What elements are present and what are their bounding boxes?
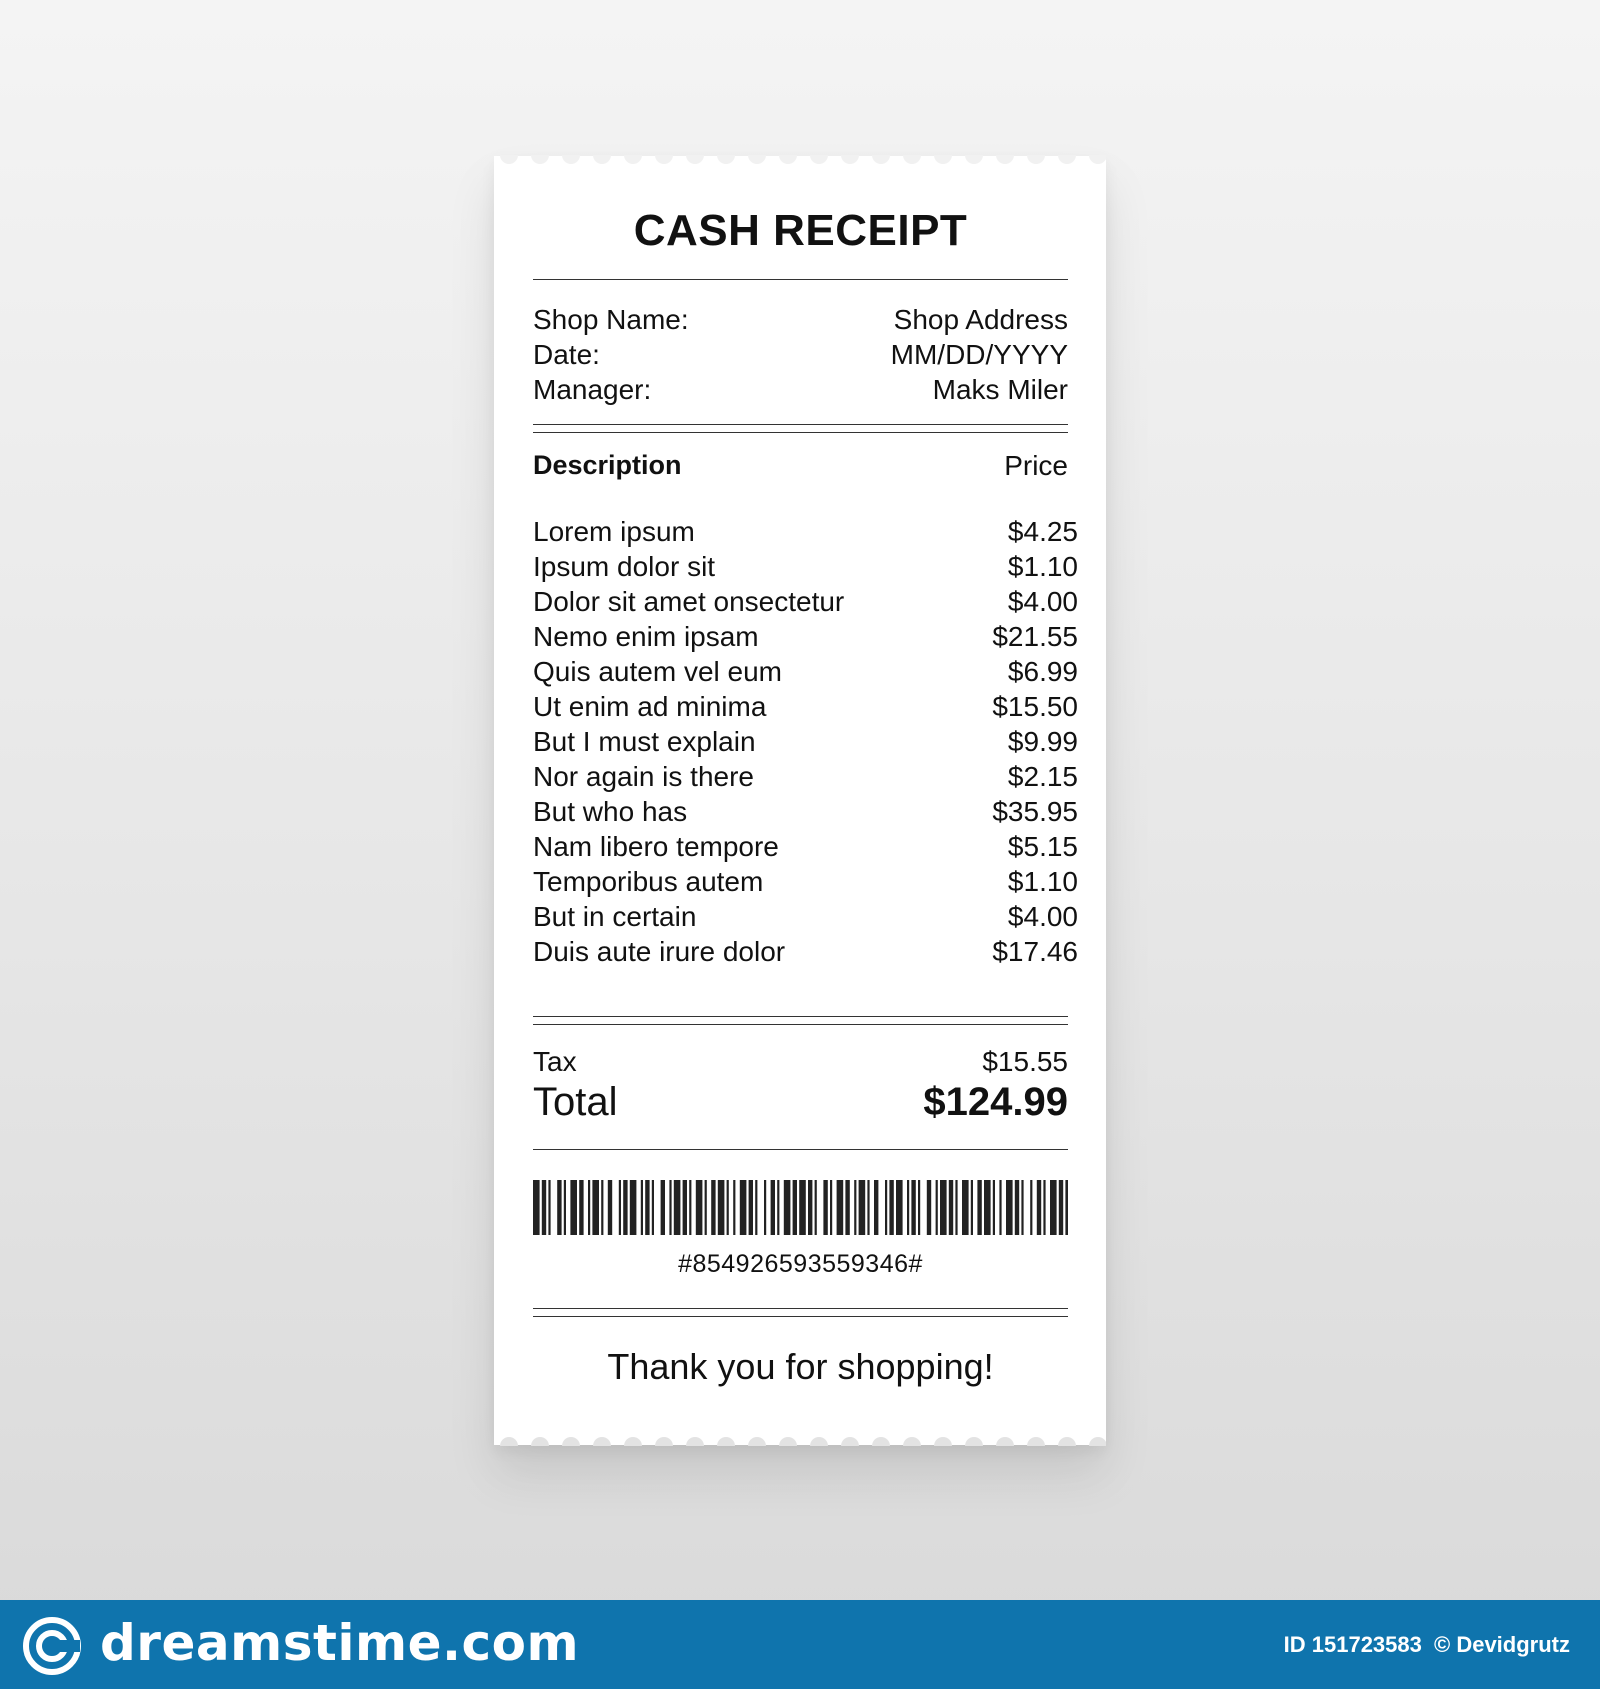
item-price: $4.00 xyxy=(1007,586,1078,617)
item-price: $4.25 xyxy=(1007,516,1078,547)
column-price: Price xyxy=(1004,450,1068,481)
info-row-shop: Shop Name: Shop Address xyxy=(533,302,1068,337)
item-name: Quis autem vel eum xyxy=(533,656,782,687)
item-price: $35.95 xyxy=(992,796,1078,827)
brand-name: dreamstime.com xyxy=(100,1614,580,1672)
info-label: Manager: xyxy=(533,374,652,405)
image-id: ID 151723583 xyxy=(1283,1632,1422,1657)
thank-you-message: Thank you for shopping! xyxy=(607,1346,994,1387)
item-row: Lorem ipsum $4.25 xyxy=(533,514,1078,549)
tax-label: Tax xyxy=(533,1046,577,1077)
receipt-title: CASH RECEIPT xyxy=(633,206,968,255)
item-name: Nor again is there xyxy=(533,761,755,792)
item-price: $1.10 xyxy=(1007,866,1078,897)
watermark-footer-bar: dreamstime.com ID 151723583 © Devidgrutz xyxy=(0,1600,1600,1689)
item-row: But in certain $4.00 xyxy=(533,899,1078,934)
receipt-paper: CASH RECEIPT Shop Name: Shop Address Dat… xyxy=(494,155,1106,1446)
item-row: Quis autem vel eum $6.99 xyxy=(533,654,1078,689)
info-value: MM/DD/YYYY xyxy=(890,339,1068,370)
item-row: Ipsum dolor sit $1.10 xyxy=(533,549,1078,584)
item-price: $17.46 xyxy=(992,936,1078,967)
total-value: $124.99 xyxy=(923,1080,1068,1124)
item-name: Lorem ipsum xyxy=(533,516,695,547)
item-price: $9.99 xyxy=(1007,726,1078,757)
tax-row: Tax $15.55 xyxy=(533,1044,1068,1079)
info-value: Shop Address xyxy=(893,304,1068,335)
item-name: Duis aute irure dolor xyxy=(533,936,786,967)
item-name: But I must explain xyxy=(533,726,756,757)
double-divider xyxy=(533,1308,1068,1317)
divider xyxy=(533,1149,1068,1150)
item-price: $15.50 xyxy=(992,691,1078,722)
divider xyxy=(533,279,1068,280)
item-name: Ut enim ad minima xyxy=(533,691,767,722)
item-row: Temporibus autem $1.10 xyxy=(533,864,1078,899)
item-row: But who has $35.95 xyxy=(533,794,1078,829)
info-row-date: Date: MM/DD/YYYY xyxy=(533,337,1068,372)
item-price: $21.55 xyxy=(992,621,1078,652)
info-label: Shop Name: xyxy=(533,304,689,335)
item-price: $5.15 xyxy=(1007,831,1078,862)
info-value: Maks Miler xyxy=(932,374,1068,405)
image-author: © Devidgrutz xyxy=(1434,1632,1570,1657)
column-headers: Description Price xyxy=(533,448,1068,483)
item-row: Ut enim ad minima $15.50 xyxy=(533,689,1078,724)
item-price: $4.00 xyxy=(1007,901,1078,932)
shop-info: Shop Name: Shop Address Date: MM/DD/YYYY… xyxy=(533,302,1068,407)
double-divider xyxy=(533,424,1068,433)
item-price: $6.99 xyxy=(1007,656,1078,687)
info-label: Date: xyxy=(533,339,600,370)
item-name: Nemo enim ipsam xyxy=(533,621,759,652)
item-name: Ipsum dolor sit xyxy=(533,551,716,582)
stock-image-canvas: CASH RECEIPT Shop Name: Shop Address Dat… xyxy=(0,0,1600,1689)
total-row: Total $124.99 xyxy=(533,1078,1068,1126)
item-price: $2.15 xyxy=(1007,761,1078,792)
item-name: Dolor sit amet onsectetur xyxy=(533,586,845,617)
double-divider xyxy=(533,1016,1068,1025)
info-row-manager: Manager: Maks Miler xyxy=(533,372,1068,407)
item-name: But in certain xyxy=(533,901,697,932)
tax-value: $15.55 xyxy=(982,1046,1068,1077)
item-price: $1.10 xyxy=(1007,551,1078,582)
receipt-top-edge xyxy=(500,155,1106,164)
barcode xyxy=(533,1180,1068,1235)
item-name: Nam libero tempore xyxy=(533,831,779,862)
item-row: Nor again is there $2.15 xyxy=(533,759,1078,794)
item-row: Duis aute irure dolor $17.46 xyxy=(533,934,1078,969)
item-name: But who has xyxy=(533,796,688,827)
dreamstime-logo-icon xyxy=(23,1617,81,1675)
item-row: Nemo enim ipsam $21.55 xyxy=(533,619,1078,654)
item-row: But I must explain $9.99 xyxy=(533,724,1078,759)
item-row: Nam libero tempore $5.15 xyxy=(533,829,1078,864)
image-credit: ID 151723583 © Devidgrutz xyxy=(1278,1632,1570,1658)
item-list: Lorem ipsum $4.25 Ipsum dolor sit $1.10 Dolo… xyxy=(533,514,1078,969)
total-label: Total xyxy=(533,1080,618,1124)
barcode-number: #854926593559346# xyxy=(678,1250,923,1278)
item-row: Dolor sit amet onsectetur $4.00 xyxy=(533,584,1078,619)
column-description: Description xyxy=(533,450,682,480)
item-name: Temporibus autem xyxy=(533,866,764,897)
receipt-bottom-edge xyxy=(500,1437,1106,1446)
